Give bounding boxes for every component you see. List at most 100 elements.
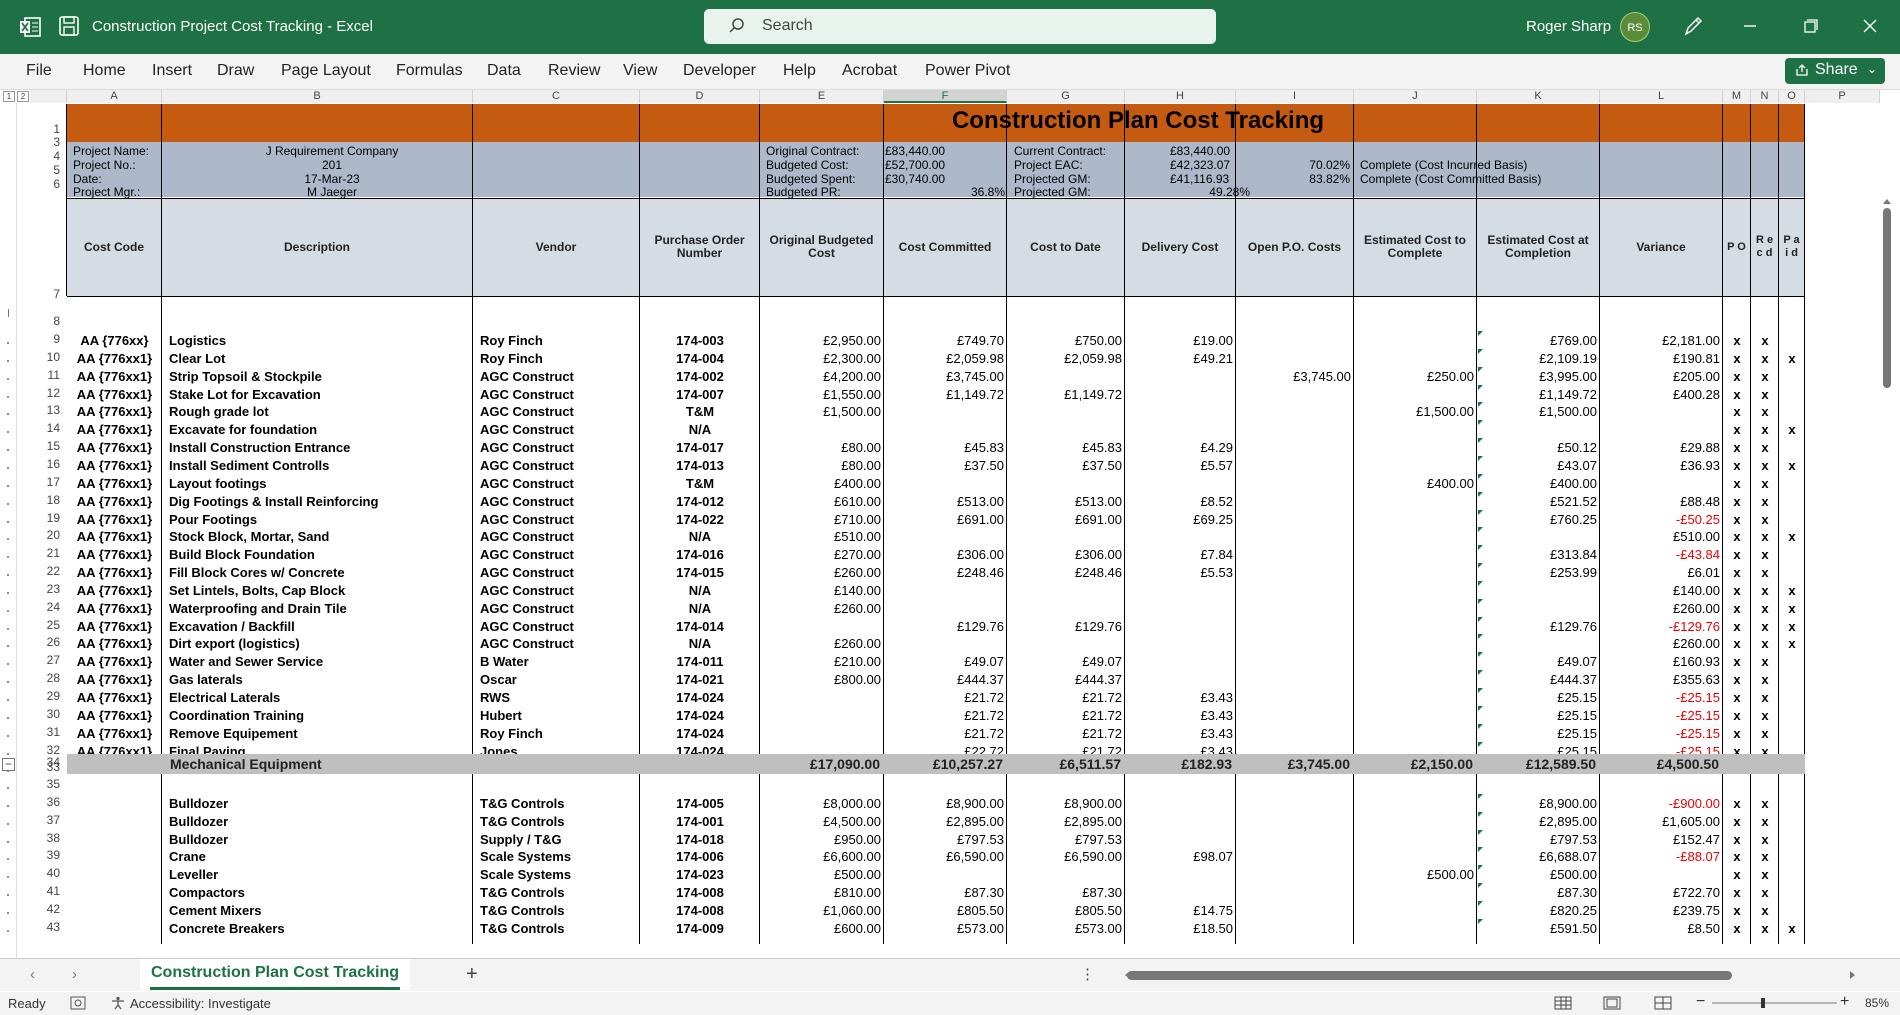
cell-po[interactable]: 174-017 [640, 440, 760, 455]
row-header-37[interactable]: 37 [17, 813, 64, 827]
cell-cc[interactable]: £805.50 [884, 903, 1004, 918]
cell-opo[interactable]: £3,745.00 [1236, 369, 1351, 384]
cell-pd[interactable]: x [1779, 619, 1805, 634]
cell-cc[interactable]: £513.00 [884, 494, 1004, 509]
row-header-5[interactable]: 5 [17, 163, 64, 177]
row-header-42[interactable]: 42 [17, 902, 64, 916]
cell-eac[interactable]: £1,149.72 [1477, 387, 1597, 402]
cell-desc[interactable]: Install Construction Entrance [169, 440, 350, 455]
cell-cc[interactable]: £49.07 [884, 654, 1004, 669]
row-header-4[interactable]: 4 [17, 149, 64, 163]
share-button[interactable]: Share ⌄ [1785, 58, 1885, 84]
cell-po[interactable]: 174-018 [640, 832, 760, 847]
cell-p[interactable]: x [1723, 814, 1751, 829]
cell-desc[interactable]: Bulldozer [169, 832, 228, 847]
cell-po[interactable]: 174-008 [640, 903, 760, 918]
row-header-15[interactable]: 15 [17, 439, 64, 453]
cell-p[interactable]: x [1723, 404, 1751, 419]
budgeted-spent[interactable]: £30,740.00 [885, 172, 945, 186]
row-header-26[interactable]: 26 [17, 635, 64, 649]
restore-icon[interactable] [1798, 14, 1822, 38]
cell-desc[interactable]: Coordination Training [169, 708, 304, 723]
cell-code[interactable]: AA {776xx1} [71, 422, 158, 437]
cell-var[interactable]: £1,605.00 [1600, 814, 1720, 829]
cell-obc[interactable]: £260.00 [760, 636, 881, 651]
column-header-c[interactable]: C [473, 90, 640, 103]
cell-dc[interactable]: £3.43 [1125, 690, 1233, 705]
cell-ctd[interactable]: £2,895.00 [1007, 814, 1122, 829]
cell-desc[interactable]: Bulldozer [169, 814, 228, 829]
add-sheet-icon[interactable]: + [466, 963, 478, 986]
cell-eac[interactable]: £2,895.00 [1477, 814, 1597, 829]
cell-obc[interactable]: £510.00 [760, 529, 881, 544]
cell-p[interactable]: x [1723, 672, 1751, 687]
project-name[interactable]: J Requirement Company [247, 144, 417, 158]
row-header-1[interactable]: 1 [17, 122, 64, 136]
project-no[interactable]: 201 [247, 158, 417, 172]
cell-rc[interactable]: x [1751, 422, 1779, 437]
cell-var[interactable]: £260.00 [1600, 636, 1720, 651]
cell-p[interactable]: x [1723, 565, 1751, 580]
cell-po[interactable]: N/A [640, 636, 760, 651]
cell-eac[interactable]: £49.07 [1477, 654, 1597, 669]
cell-obc[interactable]: £710.00 [760, 512, 881, 527]
cell-code[interactable]: AA {776xx1} [71, 583, 158, 598]
cell-vendor[interactable]: AGC Construct [480, 619, 574, 634]
cell-etc[interactable]: £250.00 [1354, 369, 1474, 384]
cell-pd[interactable]: x [1779, 583, 1805, 598]
cell-code[interactable]: AA {776xx1} [71, 512, 158, 527]
row-header-11[interactable]: 11 [17, 368, 64, 382]
cell-dc[interactable]: £18.50 [1125, 921, 1233, 936]
pct-committed[interactable]: 83.82% [1300, 172, 1350, 186]
cell-cc[interactable]: £1,149.72 [884, 387, 1004, 402]
column-header-m[interactable]: M [1723, 90, 1751, 103]
cell-ctd[interactable]: £797.53 [1007, 832, 1122, 847]
cell-p[interactable]: x [1723, 601, 1751, 616]
cell-vendor[interactable]: Roy Finch [480, 351, 543, 366]
cell-rc[interactable]: x [1751, 458, 1779, 473]
column-header-a[interactable]: A [67, 90, 162, 103]
cell-rc[interactable]: x [1751, 921, 1779, 936]
cell-rc[interactable]: x [1751, 512, 1779, 527]
cell-p[interactable]: x [1723, 708, 1751, 723]
cell-obc[interactable]: £2,950.00 [760, 333, 881, 348]
cell-dc[interactable]: £4.29 [1125, 440, 1233, 455]
column-header-g[interactable]: G [1007, 90, 1125, 103]
cell-p[interactable]: x [1723, 921, 1751, 936]
cell-obc[interactable]: £2,300.00 [760, 351, 881, 366]
cell-desc[interactable]: Excavate for foundation [169, 422, 317, 437]
current-contract[interactable]: £83,440.00 [1170, 144, 1230, 158]
accessibility-icon[interactable] [110, 996, 126, 1010]
tab-home[interactable]: Home [83, 62, 126, 80]
summary-desc[interactable]: Mechanical Equipment [170, 756, 322, 772]
cell-cc[interactable]: £797.53 [884, 832, 1004, 847]
cell-cc[interactable]: £21.72 [884, 726, 1004, 741]
cell-var[interactable]: £88.48 [1600, 494, 1720, 509]
column-header-k[interactable]: K [1477, 90, 1600, 103]
cell-ctd[interactable]: £306.00 [1007, 547, 1122, 562]
cell-pd[interactable]: x [1779, 458, 1805, 473]
cell-vendor[interactable]: T&G Controls [480, 921, 565, 936]
cell-cc[interactable]: £6,590.00 [884, 849, 1004, 864]
cell-obc[interactable]: £260.00 [760, 565, 881, 580]
tab-file[interactable]: File [26, 62, 52, 80]
cell-obc[interactable]: £210.00 [760, 654, 881, 669]
cell-vendor[interactable]: Oscar [480, 672, 517, 687]
cell-rc[interactable]: x [1751, 404, 1779, 419]
cell-cc[interactable]: £129.76 [884, 619, 1004, 634]
normal-view-icon[interactable] [1554, 996, 1572, 1010]
cell-cc[interactable]: £691.00 [884, 512, 1004, 527]
cell-code[interactable]: AA {776xx1} [71, 351, 158, 366]
cell-var[interactable]: £36.93 [1600, 458, 1720, 473]
tab-formulas[interactable]: Formulas [396, 62, 463, 80]
cell-p[interactable]: x [1723, 726, 1751, 741]
row-header-41[interactable]: 41 [17, 884, 64, 898]
cell-po[interactable]: T&M [640, 476, 760, 491]
row-header-24[interactable]: 24 [17, 600, 64, 614]
cell-var[interactable]: £205.00 [1600, 369, 1720, 384]
cell-po[interactable]: 174-024 [640, 690, 760, 705]
cell-vendor[interactable]: AGC Construct [480, 404, 574, 419]
cell-ctd[interactable]: £21.72 [1007, 708, 1122, 723]
cell-po[interactable]: 174-006 [640, 849, 760, 864]
cell-vendor[interactable]: B Water [480, 654, 529, 669]
